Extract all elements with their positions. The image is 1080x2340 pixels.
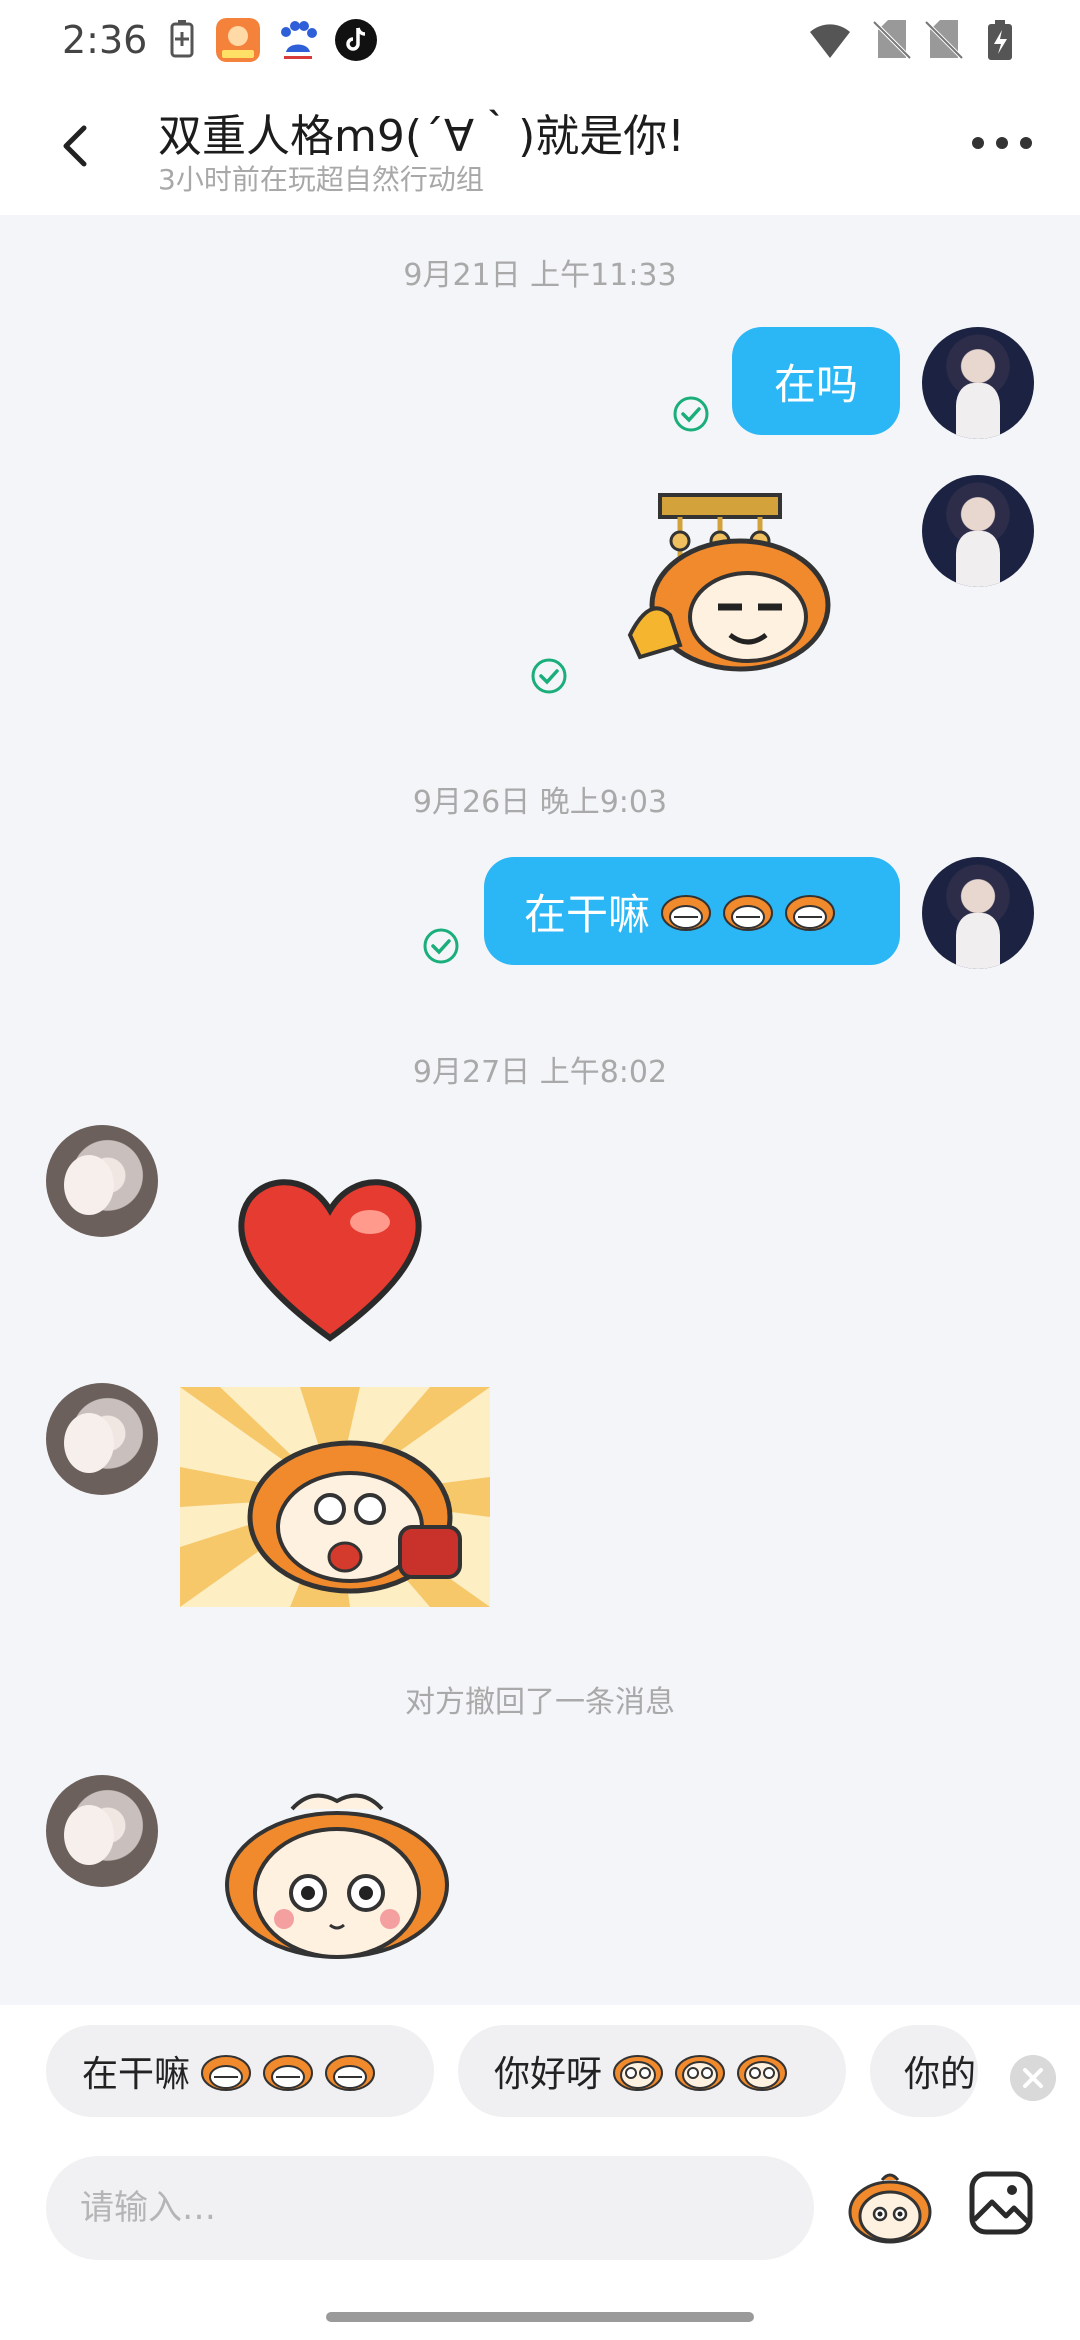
wide-eye-emoji-icon (675, 2055, 726, 2091)
sticker-mascot-smile[interactable] (222, 1787, 452, 1962)
status-time: 2:36 (62, 18, 148, 62)
input-bar (0, 2150, 1080, 2340)
grin-emoji-icon (785, 895, 836, 931)
home-indicator[interactable] (326, 2312, 754, 2322)
contact-avatar[interactable] (46, 1775, 158, 1887)
my-avatar[interactable] (922, 327, 1034, 439)
sticker-button[interactable] (846, 2162, 934, 2250)
wide-eye-emoji-icon (737, 2055, 788, 2091)
timestamp: 9月26日 晚上9:03 (412, 785, 668, 820)
contact-avatar[interactable] (46, 1383, 158, 1495)
sticker-mascot-shocked[interactable] (180, 1387, 490, 1607)
timestamp: 9月21日 上午11:33 (403, 258, 677, 293)
quick-reply-bar: 在干嘛 你好呀 你的 (0, 2005, 1080, 2150)
wifi-icon (810, 24, 850, 58)
quick-reply-label: 在干嘛 (82, 2054, 191, 2095)
baidu-app-icon (281, 21, 317, 59)
sticker-mascot-wave[interactable] (620, 485, 860, 685)
contact-avatar[interactable] (46, 1125, 158, 1237)
grin-emoji-icon (723, 895, 774, 931)
game-app-icon (216, 18, 260, 62)
battery-saver-icon (170, 20, 194, 58)
my-avatar[interactable] (922, 475, 1034, 587)
quick-reply-label: 你的 (904, 2054, 977, 2095)
grin-emoji-icon (201, 2055, 252, 2091)
message-bubble-sent[interactable]: 在吗 (732, 327, 900, 435)
more-horizontal-icon (972, 137, 984, 149)
read-check-icon (673, 396, 709, 432)
grin-emoji-icon (325, 2055, 376, 2091)
chevron-left-icon (63, 125, 87, 167)
no-sim-icon (872, 20, 912, 60)
quick-reply-chip[interactable]: 你的 (870, 2025, 978, 2117)
chat-title: 双重人格m9(´∀｀)就是你! (158, 111, 685, 162)
sticker-heart[interactable] (230, 1170, 430, 1350)
message-bubble-sent[interactable]: 在干嘛 (484, 857, 900, 965)
image-icon (969, 2171, 1033, 2235)
read-check-icon (423, 928, 459, 964)
chat-area[interactable]: 9月21日 上午11:33 在吗 9月26日 晚上9:03 在干嘛 9月27日 … (0, 215, 1080, 2005)
status-bar: 2:36 (0, 0, 1080, 80)
wide-eye-emoji-icon (613, 2055, 664, 2091)
image-button[interactable] (968, 2170, 1034, 2236)
message-input[interactable] (46, 2156, 814, 2260)
chat-subtitle: 3小时前在玩超自然行动组 (158, 163, 484, 196)
my-avatar[interactable] (922, 857, 1034, 969)
chat-header: 双重人格m9(´∀｀)就是你! 3小时前在玩超自然行动组 (0, 80, 1080, 215)
no-sim-icon-2 (924, 20, 964, 60)
close-quick-replies-button[interactable] (1010, 2055, 1056, 2101)
more-dot (1020, 137, 1032, 149)
message-text: 在干嘛 (524, 889, 651, 939)
recalled-notice: 对方撤回了一条消息 (405, 1685, 675, 1720)
quick-reply-chip[interactable]: 在干嘛 (46, 2025, 434, 2117)
more-options-button[interactable] (972, 128, 1032, 158)
timestamp: 9月27日 上午8:02 (412, 1055, 668, 1090)
grin-emoji-icon (661, 895, 712, 931)
more-dot (996, 137, 1008, 149)
back-button[interactable] (48, 116, 108, 176)
tiktok-app-icon (335, 19, 377, 61)
grin-emoji-icon (263, 2055, 314, 2091)
battery-charging-icon (988, 20, 1012, 60)
quick-reply-label: 你好呀 (494, 2054, 603, 2095)
read-check-icon (531, 658, 567, 694)
quick-reply-chip[interactable]: 你好呀 (458, 2025, 846, 2117)
